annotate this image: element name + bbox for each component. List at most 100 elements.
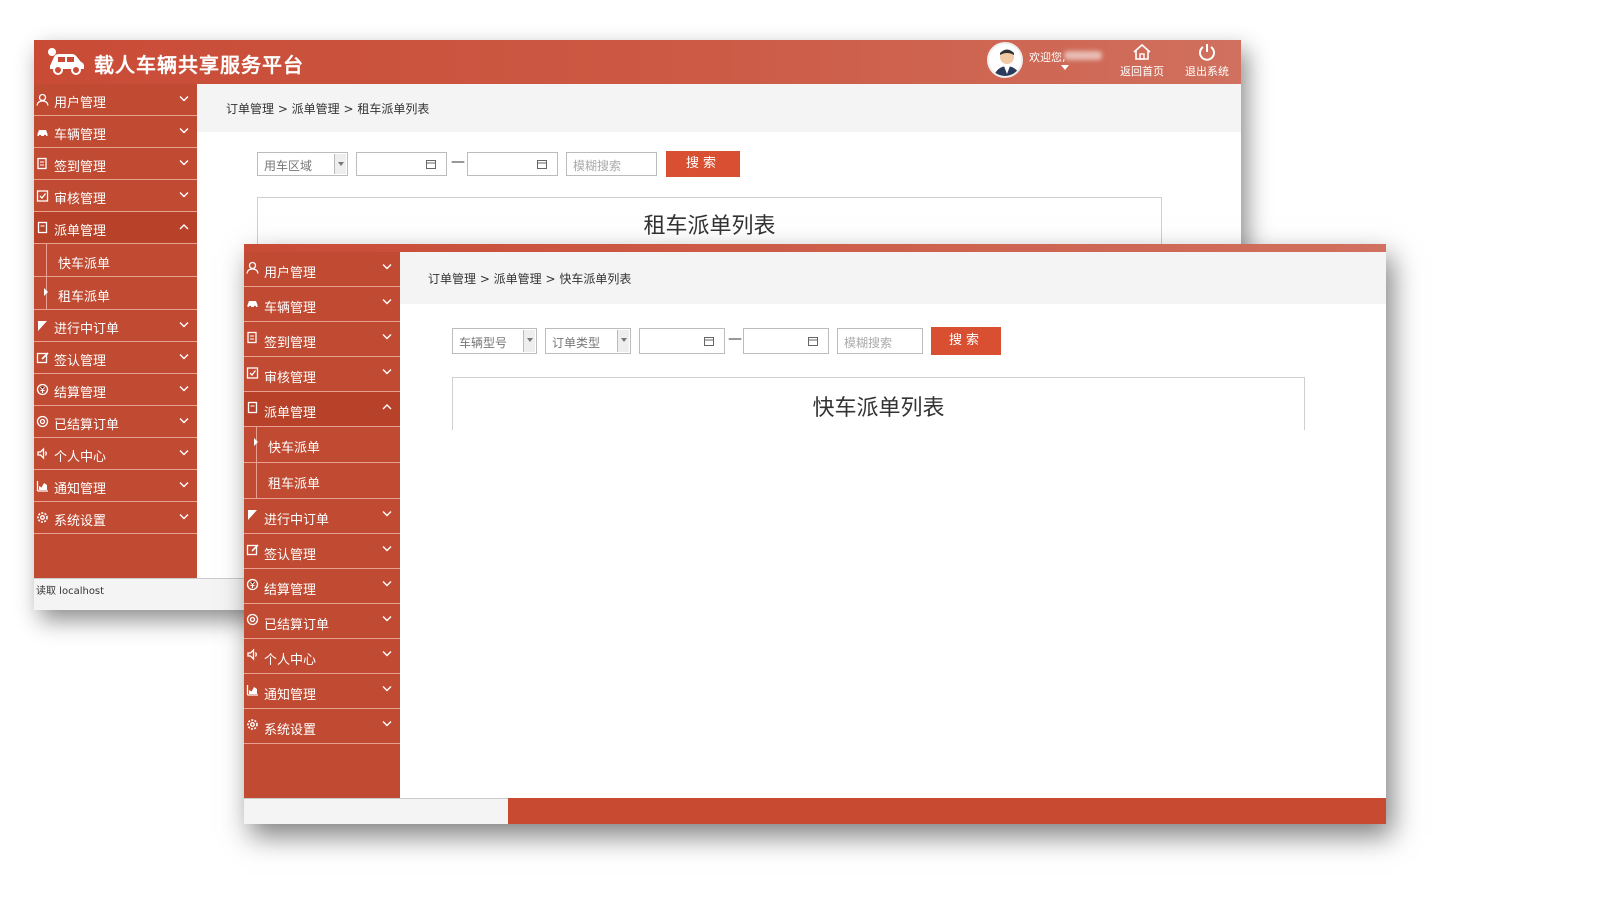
car-logo-icon <box>48 48 84 75</box>
sidebar-item-label: 已结算订单 <box>264 618 330 633</box>
area-select[interactable]: 用车区域 <box>257 152 348 176</box>
sidebar-item-11[interactable]: 系统设置 <box>34 502 197 534</box>
sidebar-item-label: 系统设置 <box>54 514 107 529</box>
sidebar-item-8[interactable]: 已结算订单 <box>244 604 400 639</box>
sidebar-item-label: 签认管理 <box>54 354 107 369</box>
fuzzy-search-input[interactable]: 模糊搜索 <box>566 152 657 176</box>
sidebar-subitem-1[interactable]: 租车派单 <box>34 277 197 310</box>
sidebar-item-label: 签认管理 <box>264 548 317 563</box>
sidebar-item-label: 用户管理 <box>54 96 107 111</box>
logout-button[interactable]: 退出系统 <box>1177 42 1237 82</box>
user-icon <box>246 261 259 274</box>
chevron-down-icon <box>382 616 392 622</box>
sidebar-item-6[interactable]: 签认管理 <box>244 534 400 569</box>
end-date-input[interactable] <box>743 328 829 354</box>
sidebar-item-label: 车辆管理 <box>54 128 107 143</box>
sidebar-subitem-0[interactable]: 快车派单 <box>244 427 400 463</box>
sidebar-item-label: 派单管理 <box>264 406 317 421</box>
sidebar-item-label: 进行中订单 <box>54 322 120 337</box>
welcome-text: 欢迎您, <box>1029 51 1066 64</box>
sidebar-item-label: 通知管理 <box>264 688 317 703</box>
vehicle-model-select[interactable]: 车辆型号 <box>452 328 537 354</box>
caret-right-icon <box>44 288 48 296</box>
chevron-down-icon <box>179 418 189 424</box>
sidebar-subitem-label: 租车派单 <box>58 290 111 305</box>
sidebar-subitem-0[interactable]: 快车派单 <box>34 244 197 277</box>
search-button[interactable]: 搜索 <box>931 327 1001 355</box>
sidebar-item-3[interactable]: 审核管理 <box>244 357 400 392</box>
sidebar-item-0[interactable]: 用户管理 <box>244 252 400 287</box>
order-type-value: 订单类型 <box>552 336 601 350</box>
order-type-select[interactable]: 订单类型 <box>545 328 631 354</box>
sidebar-item-9[interactable]: 个人中心 <box>34 438 197 470</box>
sidebar-item-8[interactable]: 已结算订单 <box>34 406 197 438</box>
sidebar-item-1[interactable]: 车辆管理 <box>244 287 400 322</box>
sidebar-item-6[interactable]: 签认管理 <box>34 342 197 374</box>
chart-icon <box>36 481 48 492</box>
sidebar-item-label: 车辆管理 <box>264 301 317 316</box>
sidebar-subitem-1[interactable]: 租车派单 <box>244 463 400 499</box>
sidebar-item-label: 个人中心 <box>264 653 317 668</box>
chevron-down-icon[interactable] <box>1061 65 1069 70</box>
caret-right-icon <box>254 438 258 446</box>
sidebar-item-label: 结算管理 <box>54 386 107 401</box>
sidebar-item-3[interactable]: 审核管理 <box>34 180 197 212</box>
avatar[interactable] <box>987 42 1023 78</box>
home-button[interactable]: 返回首页 <box>1112 42 1172 82</box>
end-date-input[interactable] <box>467 152 558 176</box>
sidebar-item-2[interactable]: 签到管理 <box>34 148 197 180</box>
checkin-icon <box>37 157 47 170</box>
breadcrumb-bar: 订单管理 > 派单管理 > 快车派单列表 <box>400 252 1386 304</box>
sidebar-item-7[interactable]: 结算管理 <box>34 374 197 406</box>
sidebar-item-label: 审核管理 <box>264 371 317 386</box>
sidebar-item-11[interactable]: 系统设置 <box>244 709 400 744</box>
ongoing-icon <box>38 321 47 331</box>
sidebar-item-label: 结算管理 <box>264 583 317 598</box>
sidebar-item-5[interactable]: 进行中订单 <box>244 499 400 534</box>
front-window: 用户管理 车辆管理 签到管理 审核管理 派单管理 快车派单 租车派单 进行中订单… <box>244 244 1386 824</box>
search-button[interactable]: 搜索 <box>666 151 740 177</box>
date-range-dash: — <box>451 154 465 170</box>
sidebar-subitem-label: 租车派单 <box>268 477 321 492</box>
chevron-down-icon <box>179 128 189 134</box>
chart-icon <box>246 685 258 696</box>
header-strip <box>244 244 1386 252</box>
ongoing-icon <box>248 510 257 520</box>
sidebar-item-label: 用户管理 <box>264 266 317 281</box>
sidebar-item-label: 通知管理 <box>54 482 107 497</box>
sign-icon <box>36 352 49 364</box>
sidebar-item-10[interactable]: 通知管理 <box>34 470 197 502</box>
sidebar-item-7[interactable]: 结算管理 <box>244 569 400 604</box>
start-date-input[interactable] <box>639 328 725 354</box>
sidebar-item-1[interactable]: 车辆管理 <box>34 116 197 148</box>
logout-label: 退出系统 <box>1185 65 1229 78</box>
username-blurred <box>1064 51 1102 60</box>
express-dispatch-panel: 快车派单列表 <box>452 377 1305 430</box>
calendar-icon <box>426 160 436 169</box>
user-icon <box>36 93 49 106</box>
settle-icon <box>246 578 259 591</box>
chevron-down-icon <box>334 154 346 174</box>
chevron-down-icon <box>179 354 189 360</box>
sidebar-item-4[interactable]: 派单管理 <box>34 212 197 244</box>
chevron-down-icon <box>382 369 392 375</box>
fuzzy-search-input[interactable]: 模糊搜索 <box>837 328 923 354</box>
chevron-down-icon <box>382 546 392 552</box>
sidebar-item-label: 系统设置 <box>264 723 317 738</box>
sidebar-item-4[interactable]: 派单管理 <box>244 392 400 427</box>
status-text: 读取 localhost <box>36 586 105 597</box>
chevron-down-icon <box>382 686 392 692</box>
speaker-icon <box>247 648 257 661</box>
sidebar-item-5[interactable]: 进行中订单 <box>34 310 197 342</box>
calendar-icon <box>808 337 818 346</box>
calendar-icon <box>537 160 547 169</box>
dispatch-icon <box>37 221 48 234</box>
breadcrumb-bar: 订单管理 > 派单管理 > 租车派单列表 <box>197 84 1241 132</box>
car-icon <box>37 130 48 138</box>
chevron-down-icon <box>382 721 392 727</box>
sidebar-item-0[interactable]: 用户管理 <box>34 84 197 116</box>
sidebar-item-2[interactable]: 签到管理 <box>244 322 400 357</box>
start-date-input[interactable] <box>356 152 447 176</box>
sidebar-item-10[interactable]: 通知管理 <box>244 674 400 709</box>
sidebar-item-9[interactable]: 个人中心 <box>244 639 400 674</box>
